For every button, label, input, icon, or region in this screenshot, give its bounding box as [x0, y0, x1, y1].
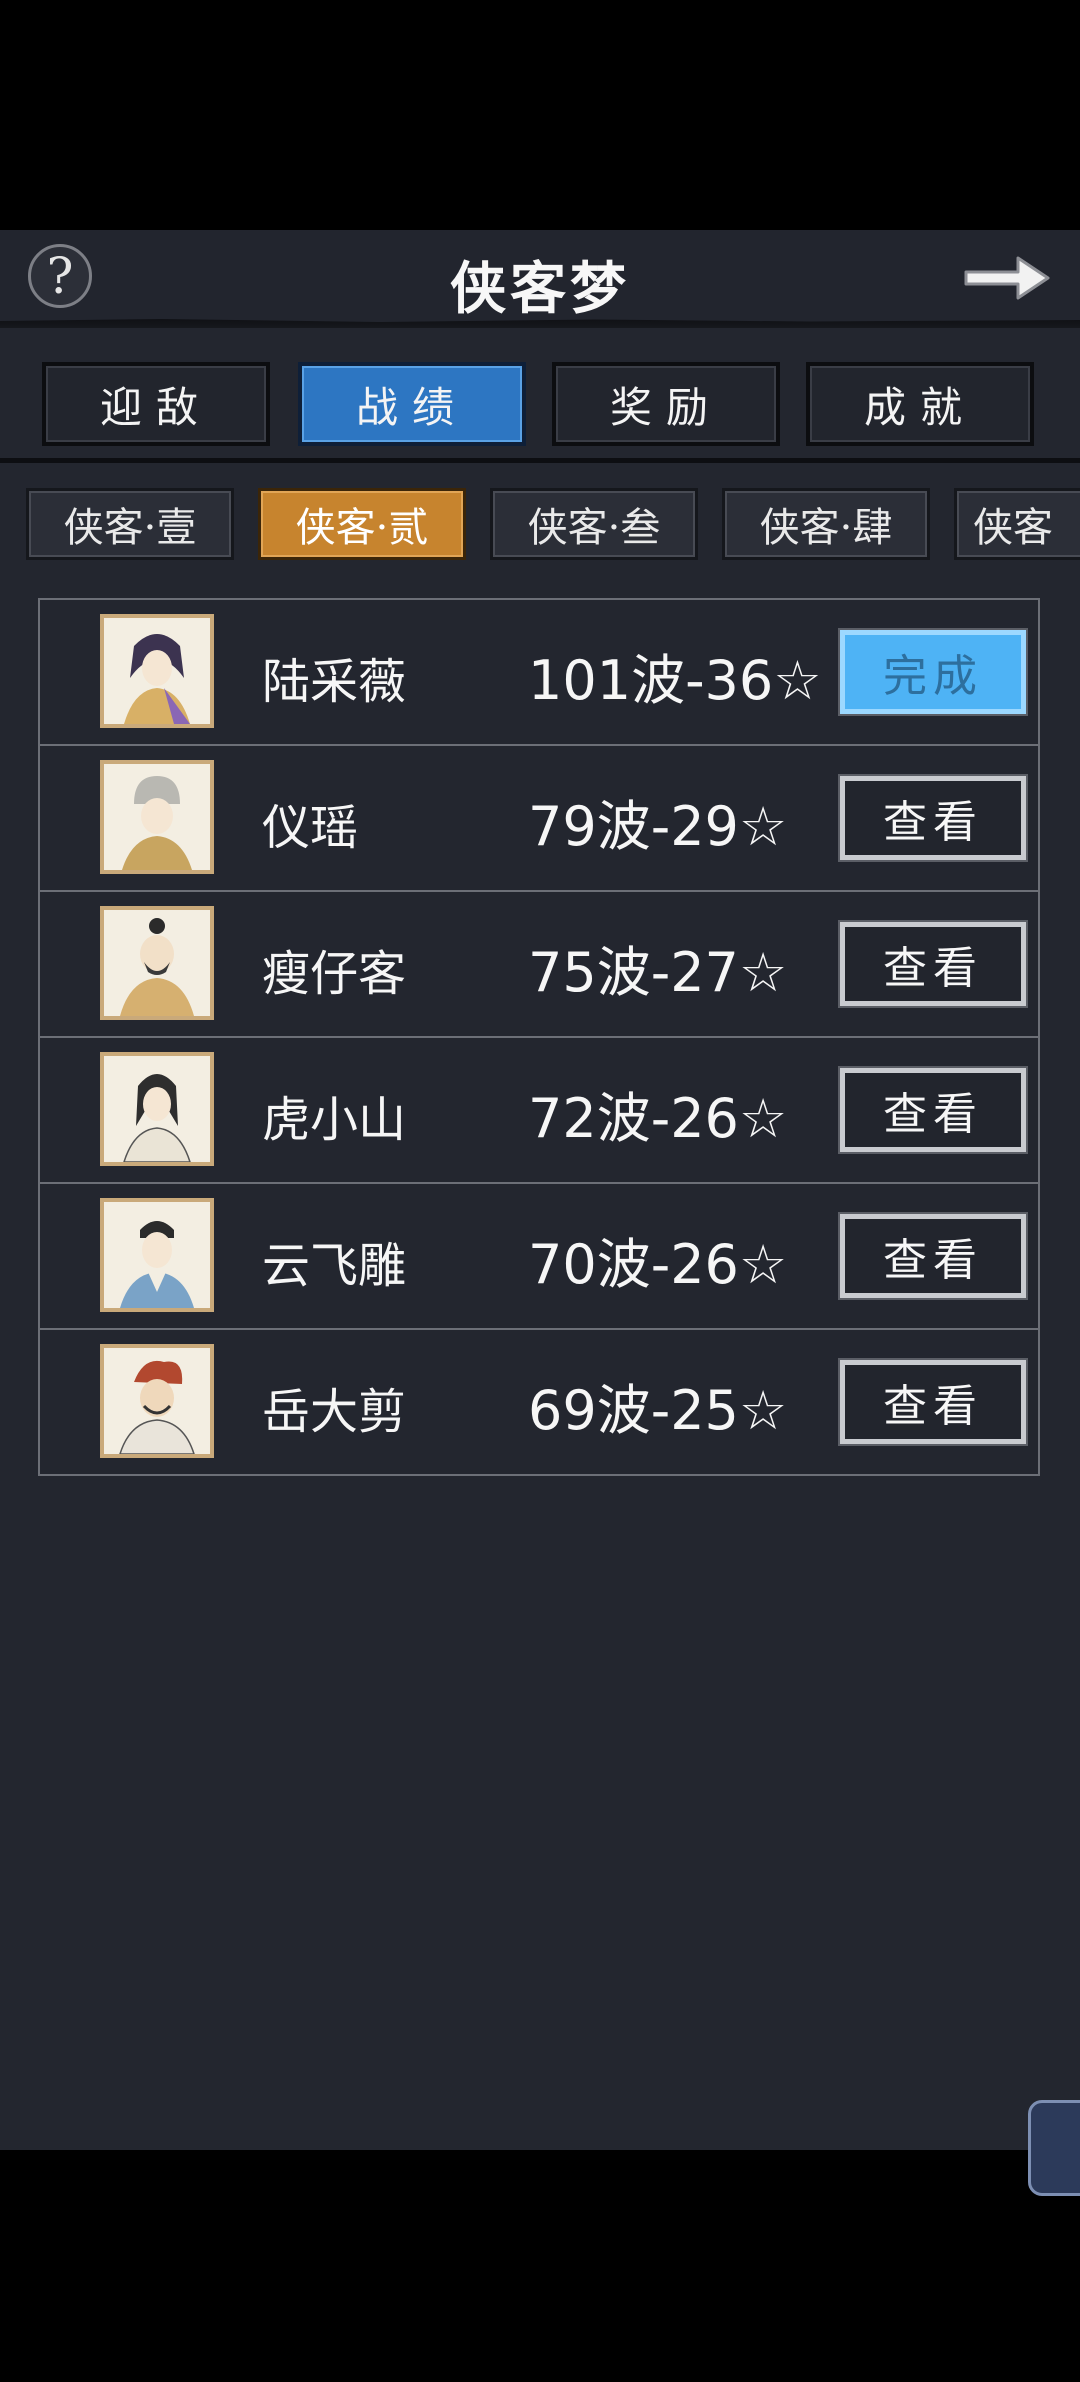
view-button[interactable]: 查看: [838, 1066, 1028, 1154]
table-row: 岳大剪 69波-25☆ 查看: [40, 1330, 1038, 1476]
table-row: 云飞雕 70波-26☆ 查看: [40, 1184, 1038, 1330]
hero-name: 云飞雕: [262, 1238, 407, 1294]
portrait-icon: [104, 1348, 210, 1454]
main-tabs: 迎敌 战绩 奖励 成就: [0, 350, 1080, 462]
wave-record: 69波-25☆: [528, 1379, 788, 1442]
arrow-right-icon: [964, 256, 1050, 300]
subtab-hero-3[interactable]: 侠客·叁: [490, 488, 698, 560]
avatar: [100, 1344, 214, 1458]
table-row: 仪瑶 79波-29☆ 查看: [40, 746, 1038, 892]
wave-record: 79波-29☆: [528, 795, 788, 858]
subtab-hero-2[interactable]: 侠客·贰: [258, 488, 466, 560]
table-row: 陆采薇 101波-36☆ 完成: [40, 600, 1038, 746]
complete-button[interactable]: 完成: [838, 628, 1028, 716]
view-button[interactable]: 查看: [838, 920, 1028, 1008]
tabs-divider: [0, 458, 1080, 463]
hero-name: 虎小山: [262, 1092, 407, 1148]
wave-record: 72波-26☆: [528, 1087, 788, 1150]
wave-record: 75波-27☆: [528, 941, 788, 1004]
hero-group-tabs: 侠客·壹 侠客·贰 侠客·叁 侠客·肆 侠客: [0, 488, 1080, 564]
wave-record: 101波-36☆: [528, 649, 822, 712]
view-button[interactable]: 查看: [838, 774, 1028, 862]
portrait-icon: [104, 618, 210, 724]
hero-name: 瘦仔客: [262, 946, 407, 1002]
app-screen: ? 侠客梦 迎敌 战绩 奖励 成就 侠客·壹 侠客·贰 侠客·叁 侠客·肆 侠客: [0, 230, 1080, 2150]
view-button[interactable]: 查看: [838, 1212, 1028, 1300]
hero-name: 陆采薇: [262, 654, 407, 710]
page-title: 侠客梦: [450, 256, 630, 322]
wave-record: 70波-26☆: [528, 1233, 788, 1296]
subtab-hero-5[interactable]: 侠客: [954, 488, 1080, 560]
floating-menu-button[interactable]: [1028, 2100, 1080, 2196]
avatar: [100, 614, 214, 728]
avatar: [100, 906, 214, 1020]
records-table: 陆采薇 101波-36☆ 完成 仪瑶 79波-29☆ 查看 瘦仔客 75波-27…: [38, 598, 1040, 1476]
tab-yingdi[interactable]: 迎敌: [42, 362, 270, 446]
forward-arrow-button[interactable]: [960, 248, 1052, 308]
tab-jiangli[interactable]: 奖励: [552, 362, 780, 446]
table-row: 虎小山 72波-26☆ 查看: [40, 1038, 1038, 1184]
table-row: 瘦仔客 75波-27☆ 查看: [40, 892, 1038, 1038]
header-bar: ? 侠客梦: [0, 230, 1080, 328]
tab-zhanji[interactable]: 战绩: [298, 362, 526, 446]
portrait-icon: [104, 764, 210, 870]
hero-name: 仪瑶: [262, 800, 359, 856]
view-button[interactable]: 查看: [838, 1358, 1028, 1446]
portrait-icon: [104, 1056, 210, 1162]
portrait-icon: [104, 910, 210, 1016]
subtab-hero-4[interactable]: 侠客·肆: [722, 488, 930, 560]
hero-name: 岳大剪: [262, 1384, 407, 1440]
subtab-hero-1[interactable]: 侠客·壹: [26, 488, 234, 560]
portrait-icon: [104, 1202, 210, 1308]
avatar: [100, 760, 214, 874]
avatar: [100, 1198, 214, 1312]
tab-chengjiu[interactable]: 成就: [806, 362, 1034, 446]
avatar: [100, 1052, 214, 1166]
